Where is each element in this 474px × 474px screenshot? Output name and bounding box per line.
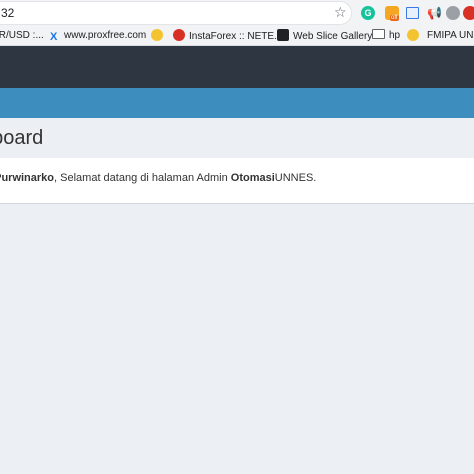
welcome-middle-text: , Selamat datang di halaman Admin <box>54 172 231 184</box>
bookmark-label: Web Slice Gallery <box>293 31 373 42</box>
bookmark-item[interactable]: FMIPA UNNES <box>427 29 474 43</box>
emoji-icon <box>151 29 163 41</box>
app-secondary-navbar <box>0 88 474 118</box>
bookmark-item[interactable] <box>151 29 167 43</box>
bookmark-label: www.proxfree.com <box>64 30 147 41</box>
extension-red-icon[interactable] <box>463 6 474 20</box>
welcome-box: i Purwinarko, Selamat datang di halaman … <box>0 158 474 204</box>
bookmark-item[interactable]: hp <box>372 29 400 43</box>
folder-icon <box>372 29 385 39</box>
brand-name-rest: UNNES. <box>274 172 317 184</box>
page-title: hboard <box>0 127 44 149</box>
window-extension-icon[interactable] <box>406 7 419 19</box>
extension-gray-icon[interactable] <box>446 6 460 20</box>
app-header-navbar <box>0 46 474 88</box>
grammarly-extension-icon[interactable]: G <box>361 6 375 20</box>
user-name: i Purwinarko <box>0 172 55 184</box>
megaphone-extension-icon[interactable]: 📢 <box>427 6 442 20</box>
bookmark-item[interactable]: Web Slice Gallery <box>277 29 372 43</box>
bookmark-item[interactable]: InstaForex :: NETE... <box>173 29 282 43</box>
bookmark-label: InstaForex :: NETE... <box>189 31 283 42</box>
brand-name-bold: Otomasi <box>230 172 275 184</box>
bookmarks-bar: IR/USD :... Xwww.proxfree.com InstaForex… <box>0 26 474 46</box>
proxfree-icon: X <box>50 31 58 43</box>
bookmark-item[interactable] <box>407 29 423 43</box>
browser-toolbar: 32 ☆ G 📢 <box>0 0 474 26</box>
bookmark-label: FMIPA UNNES <box>427 30 474 41</box>
webslice-icon <box>277 29 289 41</box>
bookmark-label: IR/USD :... <box>0 30 44 41</box>
extension-off-icon[interactable] <box>385 6 399 21</box>
bookmark-star-icon[interactable]: ☆ <box>334 5 347 19</box>
address-bar[interactable]: 32 <box>0 1 352 25</box>
emoji-icon <box>407 29 419 41</box>
bookmark-item[interactable]: Xwww.proxfree.com <box>50 29 146 43</box>
address-bar-text: 32 <box>1 6 15 20</box>
instaforex-icon <box>173 29 185 41</box>
welcome-message: i Purwinarko, Selamat datang di halaman … <box>0 172 316 184</box>
bookmark-item[interactable]: IR/USD :... <box>0 29 44 43</box>
bookmark-label: hp <box>389 30 401 41</box>
